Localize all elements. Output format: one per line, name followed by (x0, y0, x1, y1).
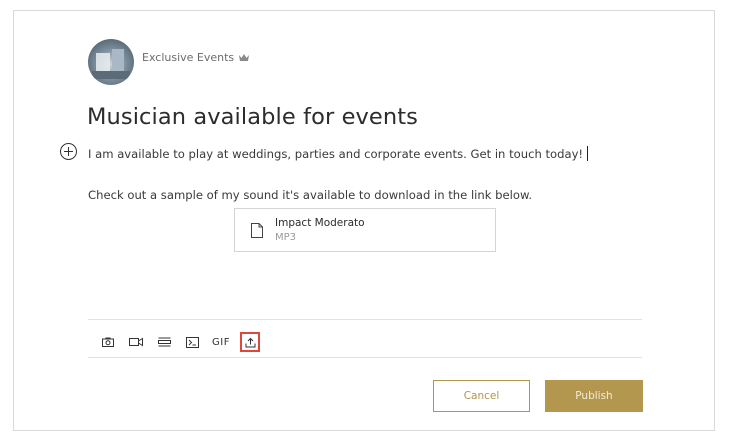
toolbar-bottom-divider (88, 357, 642, 358)
author-info: Exclusive Events (142, 51, 250, 64)
publish-button[interactable]: Publish (545, 380, 643, 412)
post-editor: Exclusive Events Musician available for … (13, 10, 715, 431)
avatar[interactable] (88, 39, 134, 85)
author-name[interactable]: Exclusive Events (142, 51, 234, 64)
post-body-paragraph-1[interactable]: I am available to play at weddings, part… (88, 146, 589, 161)
gif-button[interactable]: GIF (211, 333, 231, 351)
text-caret (587, 146, 589, 161)
paragraph-1-text: I am available to play at weddings, part… (88, 147, 584, 161)
toolbar-top-divider (88, 319, 642, 320)
file-type: MP3 (275, 232, 297, 243)
file-name: Impact Moderato (275, 217, 365, 229)
crown-icon (239, 53, 250, 61)
file-attachment[interactable]: Impact Moderato MP3 (234, 208, 496, 252)
cancel-button[interactable]: Cancel (433, 380, 530, 412)
file-icon (251, 223, 263, 238)
video-icon[interactable] (127, 333, 145, 351)
upload-icon[interactable] (240, 332, 260, 352)
code-icon[interactable] (183, 333, 201, 351)
divider-icon[interactable] (155, 333, 173, 351)
editor-toolbar: GIF (99, 332, 270, 352)
post-body-paragraph-2[interactable]: Check out a sample of my sound it's avai… (88, 188, 532, 202)
post-title[interactable]: Musician available for events (87, 104, 418, 130)
camera-icon[interactable] (99, 333, 117, 351)
add-content-button[interactable] (60, 143, 77, 160)
